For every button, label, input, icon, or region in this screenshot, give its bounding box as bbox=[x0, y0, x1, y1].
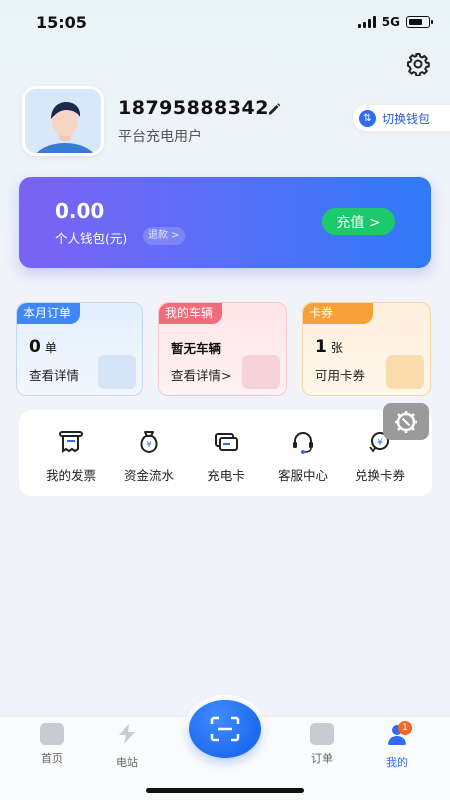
card-detail-link[interactable]: 查看详情 bbox=[29, 365, 79, 384]
switch-wallet-button[interactable]: ⇅ 切换钱包 bbox=[353, 105, 450, 131]
svg-text:¥: ¥ bbox=[377, 438, 383, 448]
avatar[interactable] bbox=[22, 86, 104, 156]
recharge-label: 充值 > bbox=[336, 214, 381, 231]
station-icon bbox=[119, 724, 135, 744]
floating-tool-button[interactable] bbox=[383, 403, 429, 440]
status-indicators: 5G bbox=[357, 15, 433, 29]
services-panel: 我的发票 ¥ 资金流水 充电卡 客服中心 ¥ 兑换卡券 bbox=[19, 410, 432, 496]
order-icon bbox=[310, 723, 334, 745]
user-avatar-icon bbox=[36, 102, 94, 153]
gear-tool-icon bbox=[395, 410, 417, 433]
tab-orders[interactable]: 订单 bbox=[292, 723, 352, 766]
wallet-label: 个人钱包(元) bbox=[55, 231, 128, 246]
tab-profile[interactable]: 我的 bbox=[367, 723, 427, 770]
service-invoice[interactable]: 我的发票 bbox=[31, 429, 111, 484]
card-tag: 我的车辆 bbox=[159, 303, 223, 324]
card-detail-link[interactable]: 可用卡券 bbox=[315, 365, 365, 384]
tab-home[interactable]: 首页 bbox=[22, 723, 82, 766]
card-detail-link[interactable]: 查看详情> bbox=[171, 365, 231, 384]
coupons-card[interactable]: 卡券 1张 可用卡券 bbox=[302, 302, 431, 396]
home-indicator bbox=[146, 788, 304, 793]
money-bag-icon: ¥ bbox=[140, 431, 158, 454]
wallet-card[interactable]: 0.00 个人钱包(元) 退款 > 充值 > bbox=[19, 177, 431, 268]
card-value: 0单 bbox=[29, 337, 57, 357]
switch-arrows-icon: ⇅ bbox=[359, 109, 376, 127]
tab-station[interactable]: 电站 bbox=[97, 723, 157, 770]
invoice-icon bbox=[59, 431, 83, 453]
scan-button[interactable] bbox=[189, 700, 261, 758]
card-value: 暂无车辆 bbox=[171, 341, 222, 356]
card-value: 1张 bbox=[315, 337, 343, 357]
home-icon bbox=[40, 723, 64, 745]
signal-icon bbox=[357, 16, 376, 28]
notification-badge: 1 bbox=[398, 721, 412, 735]
headset-icon bbox=[293, 432, 313, 454]
settings-gear-icon[interactable] bbox=[406, 52, 430, 76]
user-type: 平台充电用户 bbox=[118, 129, 202, 145]
edit-pencil-icon[interactable] bbox=[266, 101, 282, 117]
card-tag: 本月订单 bbox=[17, 303, 81, 324]
card-tag: 卡券 bbox=[303, 303, 373, 324]
recharge-button[interactable]: 充值 > bbox=[322, 208, 395, 235]
order-deco-icon bbox=[98, 355, 136, 389]
coupon-deco-icon bbox=[386, 355, 424, 389]
battery-icon bbox=[406, 16, 433, 28]
network-label: 5G bbox=[381, 15, 400, 29]
refund-button[interactable]: 退款 > bbox=[143, 227, 185, 245]
service-charge-card[interactable]: 充电卡 bbox=[186, 429, 266, 484]
user-phone: 18795888342 bbox=[118, 97, 269, 119]
service-customer-center[interactable]: 客服中心 bbox=[263, 429, 343, 484]
wallet-balance: 0.00 bbox=[55, 199, 105, 223]
switch-wallet-label: 切换钱包 bbox=[382, 111, 431, 126]
status-time: 15:05 bbox=[36, 13, 87, 32]
status-bar: 15:05 5G bbox=[0, 0, 450, 44]
charge-card-icon bbox=[215, 433, 238, 451]
service-fund-flow[interactable]: ¥ 资金流水 bbox=[109, 429, 189, 484]
monthly-orders-card[interactable]: 本月订单 0单 查看详情 bbox=[16, 302, 143, 396]
svg-text:¥: ¥ bbox=[146, 440, 151, 449]
my-vehicles-card[interactable]: 我的车辆 暂无车辆 查看详情> bbox=[158, 302, 287, 396]
scan-icon bbox=[210, 716, 240, 742]
vehicle-deco-icon bbox=[242, 355, 280, 389]
